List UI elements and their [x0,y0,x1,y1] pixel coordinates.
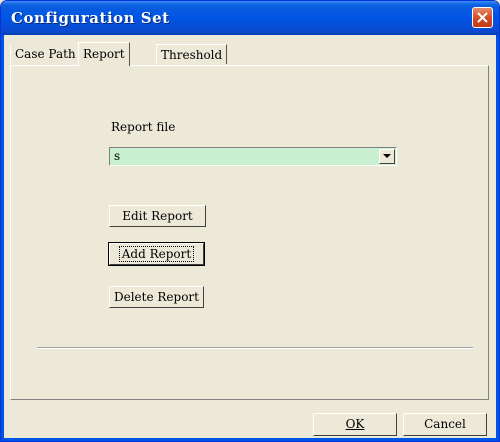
report-file-label: Report file [111,120,176,134]
cancel-button[interactable]: Cancel [403,413,487,436]
close-icon [477,12,488,23]
tab-threshold[interactable]: Threshold [156,44,228,64]
window-title: Configuration Set [11,9,170,27]
tab-report[interactable]: Report [78,42,130,66]
frame-right [496,35,499,441]
frame-bottom [1,438,499,441]
report-file-value: s [114,149,121,163]
report-file-select[interactable]: s [109,147,397,166]
ok-label: OK [345,417,365,431]
configuration-dialog: Configuration Set Case Path Report Thres… [0,0,500,442]
divider [37,347,473,349]
tab-case-path[interactable]: Case Path [11,44,80,64]
chevron-down-icon [383,154,391,158]
delete-report-button[interactable]: Delete Report [109,286,204,308]
add-report-button[interactable]: Add Report [108,242,205,266]
add-report-label: Add Report [118,245,195,262]
dropdown-button[interactable] [379,149,395,164]
close-button[interactable] [472,7,493,28]
frame-left [1,35,4,441]
edit-report-button[interactable]: Edit Report [109,205,206,227]
title-bar[interactable]: Configuration Set [1,1,499,35]
tab-panel [10,65,489,400]
ok-button[interactable]: OK [313,413,397,436]
